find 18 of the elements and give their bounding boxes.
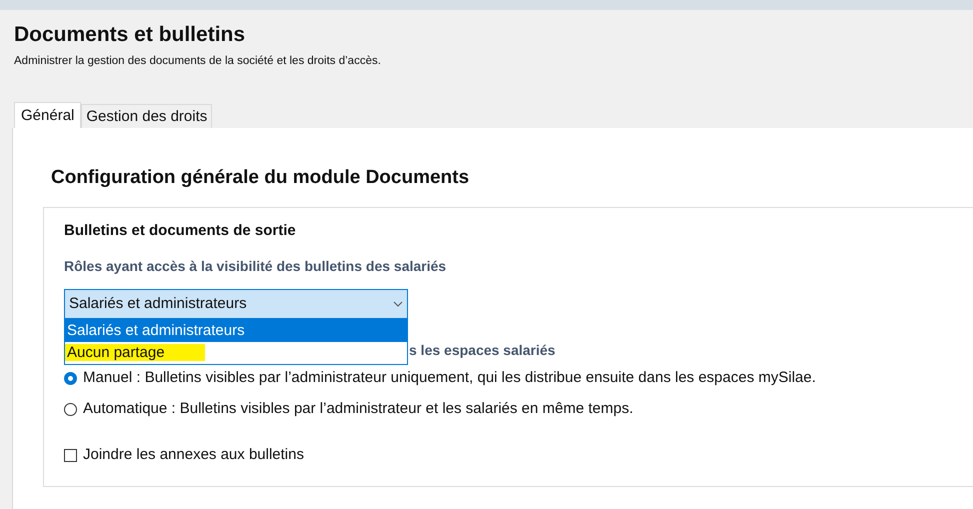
checkbox-label: Joindre les annexes aux bulletins (83, 445, 304, 466)
radio-button[interactable] (64, 372, 77, 385)
page-title: Documents et bulletins (14, 22, 246, 48)
field-label: s les espaces salariés (409, 342, 556, 358)
tab[interactable]: Général (14, 102, 82, 128)
checkbox[interactable] (64, 449, 77, 462)
page-subtitle: Administrer la gestion des documents de la société et les droits d’accès. (14, 54, 382, 69)
dropdown-option[interactable]: Salariés et administrateurs (65, 320, 407, 342)
dropdown-option[interactable]: Aucun partage (65, 342, 407, 364)
tab[interactable]: Gestion des droits (81, 104, 212, 128)
role-select[interactable]: Salariés et administrateurs (64, 289, 408, 320)
section-title: Configuration générale du module Documents (51, 166, 470, 190)
radio-label: Automatique : Bulletins visibles par l’administrateur et les salariés en même temps. (83, 398, 634, 419)
radio-label: Manuel : Bulletins visibles par l’administrateur uniquement, qui les distribue ensuite dans les espaces mySilae. (83, 368, 816, 388)
field-label: Rôles ayant accès à la visibilité des bulletins des salariés (64, 257, 448, 276)
chevron-icon (393, 301, 403, 308)
radio-button[interactable] (64, 402, 77, 416)
group-title: Bulletins et documents de sortie (64, 220, 297, 241)
